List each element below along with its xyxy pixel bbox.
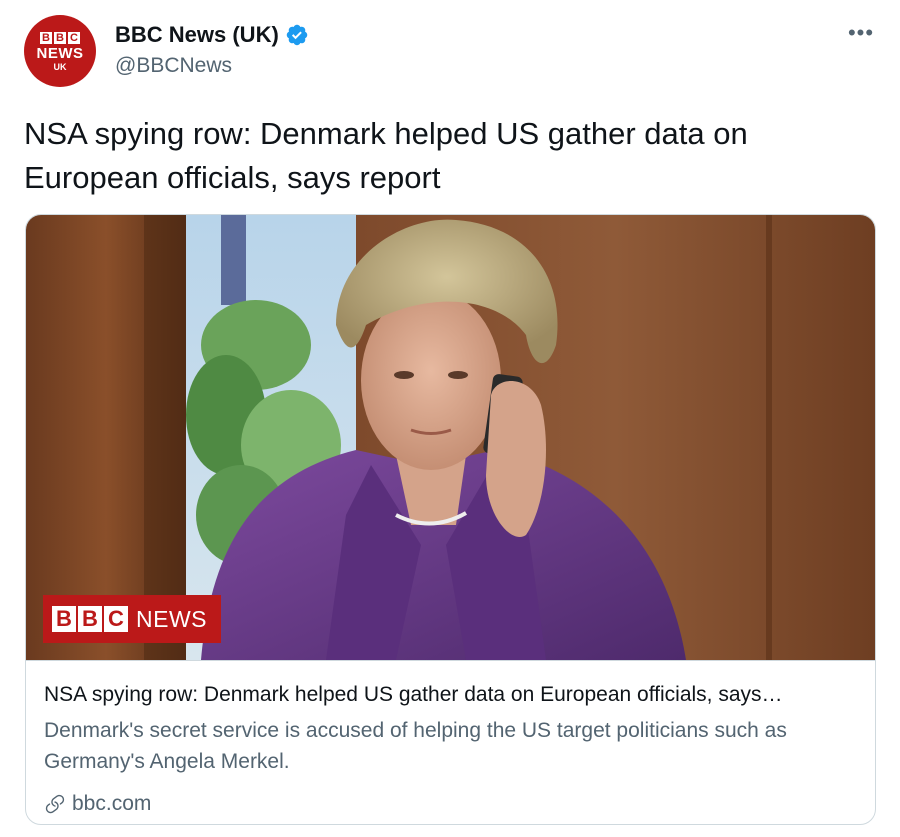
more-options-icon[interactable]: ••• [846,20,876,45]
avatar-logo-letter: C [68,31,80,44]
card-domain[interactable]: bbc.com [44,792,151,816]
card-image: B B C NEWS [26,215,875,661]
account-name-row: BBC News (UK) [115,22,309,48]
photo-logo-letter: B [52,606,76,632]
avatar-logo-region: UK [53,61,67,72]
card-photo [26,215,875,660]
tweet-text: NSA spying row: Denmark helped US gather… [24,116,748,195]
card-description: Denmark's secret service is accused of h… [44,719,787,773]
display-name[interactable]: BBC News (UK) [115,22,279,48]
tweet: B B C NEWS UK BBC News (UK) @BBCNews •••… [0,0,900,837]
card-title[interactable]: NSA spying row: Denmark helped US gather… [44,683,859,707]
link-card[interactable]: B B C NEWS NSA spying row: Denmark helpe… [25,214,876,825]
avatar-logo-letter: B [54,31,66,44]
avatar-logo-blocks: B B C [40,31,80,44]
photo-logo-word: NEWS [136,605,207,632]
link-icon [45,794,65,814]
avatar-logo-letter: B [40,31,52,44]
avatar-logo-word: NEWS [36,44,84,62]
account-handle[interactable]: @BBCNews [115,54,232,78]
bbc-news-logo: B B C NEWS [43,595,221,643]
verified-badge-icon [286,24,308,46]
avatar[interactable]: B B C NEWS UK [24,15,96,87]
photo-logo-letter: C [104,606,128,632]
card-domain-text: bbc.com [72,792,152,815]
photo-logo-letter: B [78,606,102,632]
